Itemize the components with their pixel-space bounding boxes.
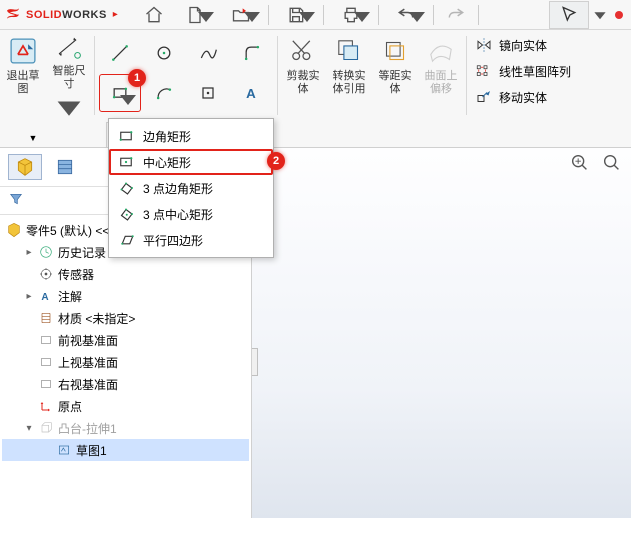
tree-top-plane[interactable]: 上视基准面 — [2, 351, 249, 373]
convert-entities-button[interactable]: 转换实 体引用 — [326, 30, 372, 121]
tree-annotations[interactable]: ▸A注解 — [2, 285, 249, 307]
graphics-viewport[interactable] — [252, 148, 631, 518]
sketch-tools-grid: 1 A — [97, 30, 275, 121]
quick-access-toolbar — [136, 2, 483, 28]
menu-3pt-corner-rectangle[interactable]: 3 点边角矩形 — [109, 175, 273, 201]
label: 上视基准面 — [58, 354, 118, 371]
panel-divider-handle[interactable] — [252, 348, 258, 376]
funnel-icon — [8, 191, 24, 207]
menu-3pt-center-rectangle[interactable]: 3 点中心矩形 — [109, 201, 273, 227]
callout-badge-1: 1 — [128, 69, 146, 87]
zoom-area-icon[interactable] — [601, 152, 623, 174]
label: 线性草图阵列 — [499, 63, 571, 80]
ribbon-right-column: 镜向实体 线性草图阵列 移动实体 — [469, 30, 577, 121]
circle-tool[interactable] — [143, 34, 185, 72]
point-tool[interactable] — [187, 74, 229, 112]
mirror-entities-button[interactable]: 镜向实体 — [475, 34, 571, 56]
separator — [323, 5, 324, 25]
feature-tree-tab[interactable] — [8, 154, 42, 180]
linear-pattern-button[interactable]: 线性草图阵列 — [475, 60, 571, 82]
label: 3 点边角矩形 — [143, 180, 213, 197]
save-button[interactable] — [273, 2, 319, 28]
label: 草图1 — [76, 442, 107, 459]
separator — [268, 5, 269, 25]
label: 材质 <未指定> — [58, 310, 135, 327]
undo-button[interactable] — [383, 2, 429, 28]
tree-right-plane[interactable]: 右视基准面 — [2, 373, 249, 395]
zoom-fit-icon[interactable] — [569, 152, 591, 174]
select-dropdown[interactable] — [593, 2, 607, 28]
separator — [277, 36, 278, 115]
separator — [378, 5, 379, 25]
label: 注解 — [58, 288, 82, 305]
tree-extrude[interactable]: ▾凸台-拉伸1 — [2, 417, 249, 439]
smart-dimension-button[interactable]: 智能尺 寸 — [46, 30, 92, 121]
label: 镜向实体 — [499, 37, 547, 54]
exit-sketch-button[interactable]: 退出草 图 — [0, 30, 46, 121]
label: 中心矩形 — [143, 154, 191, 171]
property-manager-tab[interactable] — [48, 154, 82, 180]
ribbon: 退出草 图 智能尺 寸 1 A 剪裁实 体 转换实 体引用 等距实 体 曲面上 … — [0, 30, 631, 122]
open-button[interactable] — [218, 2, 264, 28]
label: 前视基准面 — [58, 332, 118, 349]
logo-icon — [4, 6, 22, 24]
menu-center-rectangle[interactable]: 中心矩形 2 — [109, 149, 273, 175]
menu-corner-rectangle[interactable]: 边角矩形 — [109, 123, 273, 149]
home-button[interactable] — [136, 2, 172, 28]
tree-front-plane[interactable]: 前视基准面 — [2, 329, 249, 351]
smart-dim-caret[interactable] — [58, 140, 104, 147]
spline-tool[interactable] — [187, 34, 229, 72]
separator — [433, 5, 434, 25]
label: 移动实体 — [499, 89, 547, 106]
redo-button[interactable] — [438, 2, 474, 28]
menu-parallelogram[interactable]: 平行四边形 — [109, 227, 273, 253]
app-menu-caret[interactable]: ▸ — [113, 9, 118, 20]
separator — [94, 36, 95, 115]
callout-badge-2: 2 — [267, 152, 285, 170]
arc-tool[interactable] — [143, 74, 185, 112]
label: 历史记录 — [58, 244, 106, 261]
tree-material[interactable]: 材质 <未指定> — [2, 307, 249, 329]
label: 原点 — [58, 398, 82, 415]
label: 平行四边形 — [143, 232, 203, 249]
trim-entities-button[interactable]: 剪裁实 体 — [280, 30, 326, 121]
app-title: SOLIDWORKS — [26, 9, 107, 21]
label: 边角矩形 — [143, 128, 191, 145]
separator — [466, 36, 467, 115]
rectangle-dropdown-menu: 边角矩形 中心矩形 2 3 点边角矩形 3 点中心矩形 平行四边形 — [108, 118, 274, 258]
viewport-zoom-controls — [569, 152, 623, 174]
select-button[interactable] — [549, 1, 589, 29]
ribbon-tabs: ▼ 特征 草图 — [0, 118, 631, 148]
line-tool[interactable] — [99, 34, 141, 72]
label: 3 点中心矩形 — [143, 206, 213, 223]
surface-offset-button: 曲面上 偏移 — [418, 30, 464, 121]
svg-text:A: A — [246, 86, 256, 101]
title-bar: SOLIDWORKS ▸ — [0, 0, 631, 30]
new-button[interactable] — [172, 2, 218, 28]
print-button[interactable] — [328, 2, 374, 28]
tree-origin[interactable]: 原点 — [2, 395, 249, 417]
label: 传感器 — [58, 266, 94, 283]
move-entities-button[interactable]: 移动实体 — [475, 86, 571, 108]
text-tool[interactable]: A — [231, 74, 273, 112]
label: 右视基准面 — [58, 376, 118, 393]
fillet-tool[interactable] — [231, 34, 273, 72]
label: 凸台-拉伸1 — [58, 420, 117, 437]
tree-sensors[interactable]: 传感器 — [2, 263, 249, 285]
selection-area — [549, 1, 627, 29]
exit-sketch-caret[interactable]: ▼ — [10, 126, 56, 147]
status-indicator-icon — [615, 11, 623, 19]
svg-text:A: A — [41, 292, 48, 303]
app-logo: SOLIDWORKS ▸ — [4, 6, 118, 24]
rectangle-tool[interactable]: 1 — [99, 74, 141, 112]
tree-sketch1[interactable]: 草图1 — [2, 439, 249, 461]
main-area: 零件5 (默认) <<默认>_显示状态 1> ▸历史记录 传感器 ▸A注解 材质… — [0, 148, 631, 518]
offset-entities-button[interactable]: 等距实 体 — [372, 30, 418, 121]
separator — [478, 5, 479, 25]
